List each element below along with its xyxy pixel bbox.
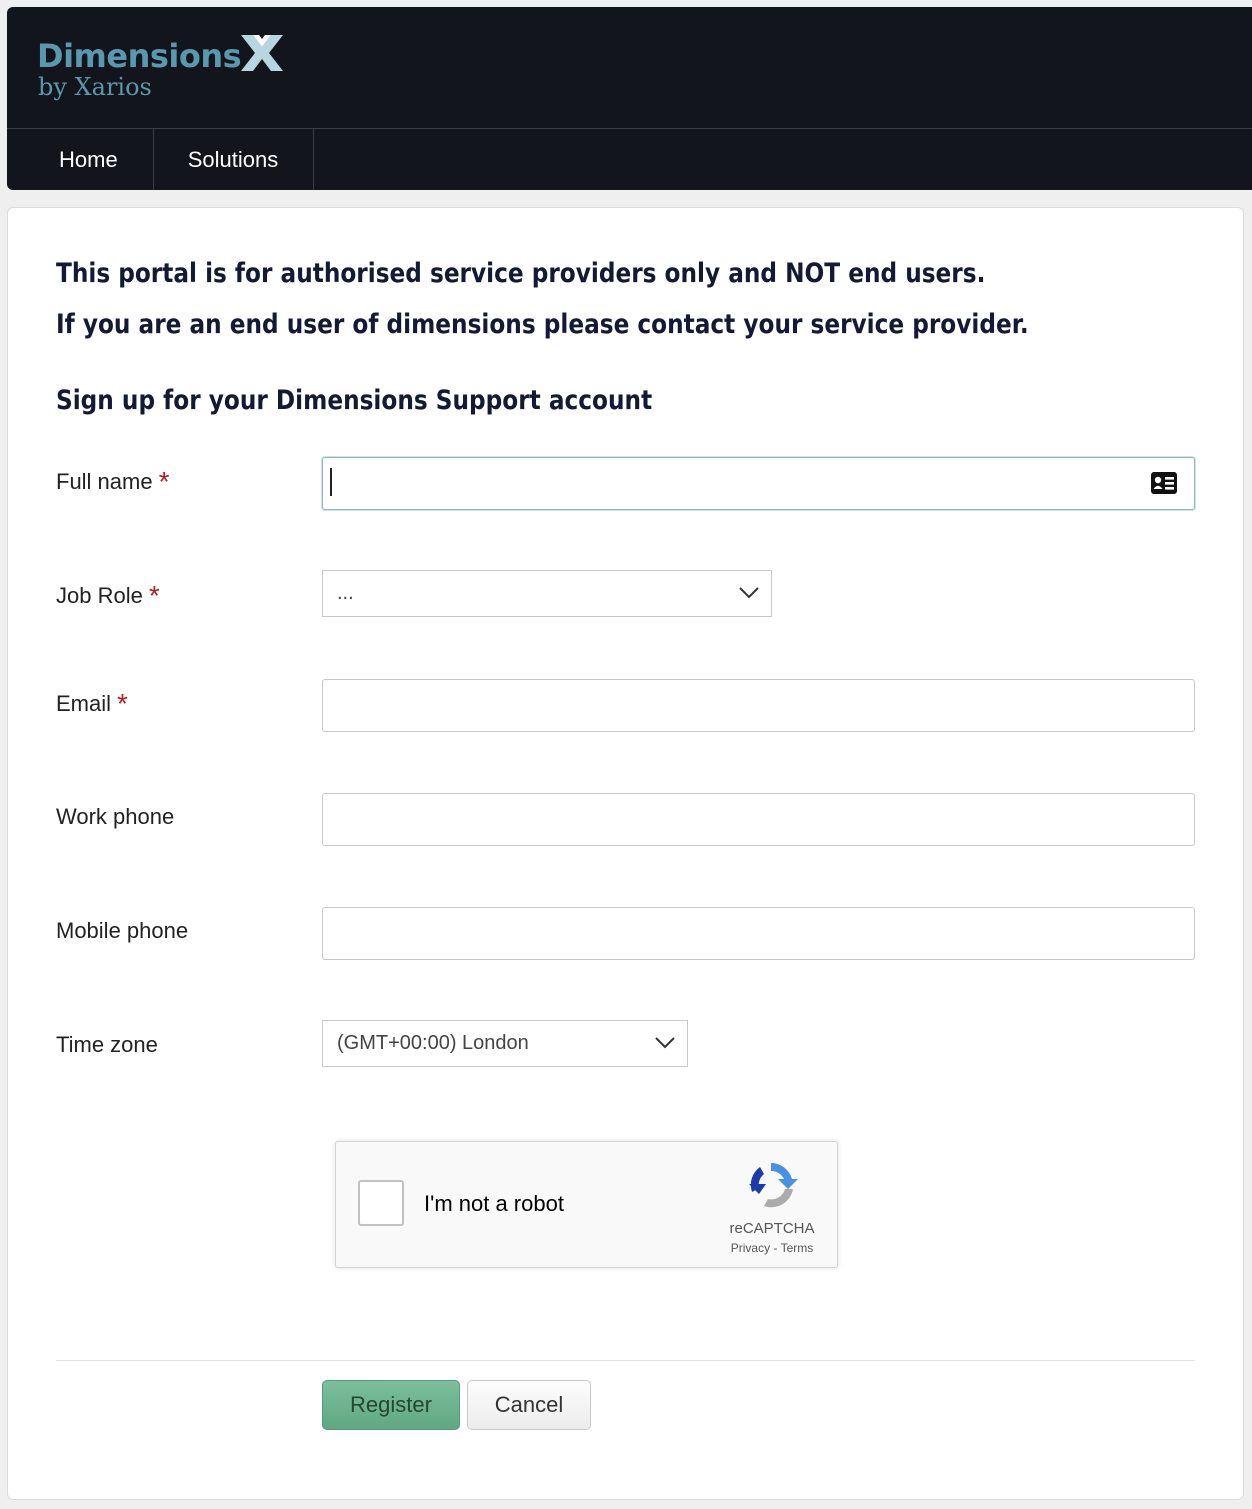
- register-button[interactable]: Register: [322, 1380, 460, 1430]
- notice-line-2: If you are an end user of dimensions ple…: [56, 309, 1029, 340]
- text-cursor: [330, 468, 332, 496]
- nav-solutions[interactable]: Solutions: [154, 129, 315, 190]
- email-label-text: Email: [56, 691, 112, 716]
- recaptcha-brand: reCAPTCHA: [729, 1220, 815, 1237]
- job-role-label: Job Role *: [56, 578, 160, 611]
- job-role-label-text: Job Role: [56, 583, 143, 608]
- chevron-down-icon: [655, 1037, 675, 1049]
- time-zone-value: (GMT+00:00) London: [337, 1032, 529, 1054]
- cancel-button[interactable]: Cancel: [467, 1380, 591, 1430]
- full-name-label: Full name *: [56, 464, 170, 497]
- signup-card: This portal is for authorised service pr…: [7, 207, 1244, 1500]
- nav-home[interactable]: Home: [7, 129, 154, 190]
- recaptcha-terms-link[interactable]: Terms: [781, 1241, 814, 1255]
- recaptcha-link-separator: -: [773, 1241, 778, 1255]
- time-zone-select[interactable]: (GMT+00:00) London: [322, 1020, 688, 1067]
- chevron-down-icon: [739, 587, 759, 599]
- recaptcha-logo-icon: [749, 1163, 798, 1208]
- site-header: Dimensions by Xarios Home Solutions: [7, 7, 1252, 190]
- notice-line-1: This portal is for authorised service pr…: [56, 258, 986, 289]
- email-label: Email *: [56, 686, 128, 719]
- work-phone-label: Work phone: [56, 804, 175, 829]
- recaptcha-label: I'm not a robot: [424, 1191, 564, 1216]
- logo-tagline: by Xarios: [38, 73, 152, 101]
- form-divider: [56, 1360, 1195, 1361]
- job-role-value: ...: [337, 582, 354, 604]
- required-marker: *: [158, 466, 170, 497]
- work-phone-input[interactable]: [322, 793, 1195, 846]
- full-name-input[interactable]: [322, 457, 1195, 510]
- full-name-label-text: Full name: [56, 469, 153, 494]
- logo-x-icon: [241, 35, 283, 71]
- recaptcha-checkbox[interactable]: [358, 1180, 404, 1226]
- main-nav: Home Solutions: [7, 128, 1252, 190]
- portal-notice: This portal is for authorised service pr…: [56, 248, 1029, 350]
- recaptcha-links: Privacy - Terms: [712, 1241, 832, 1255]
- required-marker: *: [148, 580, 160, 611]
- recaptcha-privacy-link[interactable]: Privacy: [731, 1241, 770, 1255]
- recaptcha-widget: I'm not a robot reCAPTCHA Privacy - Term…: [335, 1141, 838, 1268]
- required-marker: *: [117, 688, 128, 719]
- contact-card-icon[interactable]: [1150, 471, 1178, 495]
- time-zone-label: Time zone: [56, 1032, 158, 1057]
- form-title: Sign up for your Dimensions Support acco…: [56, 385, 653, 416]
- job-role-select[interactable]: ...: [322, 570, 772, 617]
- email-input[interactable]: [322, 679, 1195, 732]
- mobile-phone-input[interactable]: [322, 907, 1195, 960]
- logo-wordmark: Dimensions: [37, 37, 242, 75]
- mobile-phone-label: Mobile phone: [56, 918, 189, 943]
